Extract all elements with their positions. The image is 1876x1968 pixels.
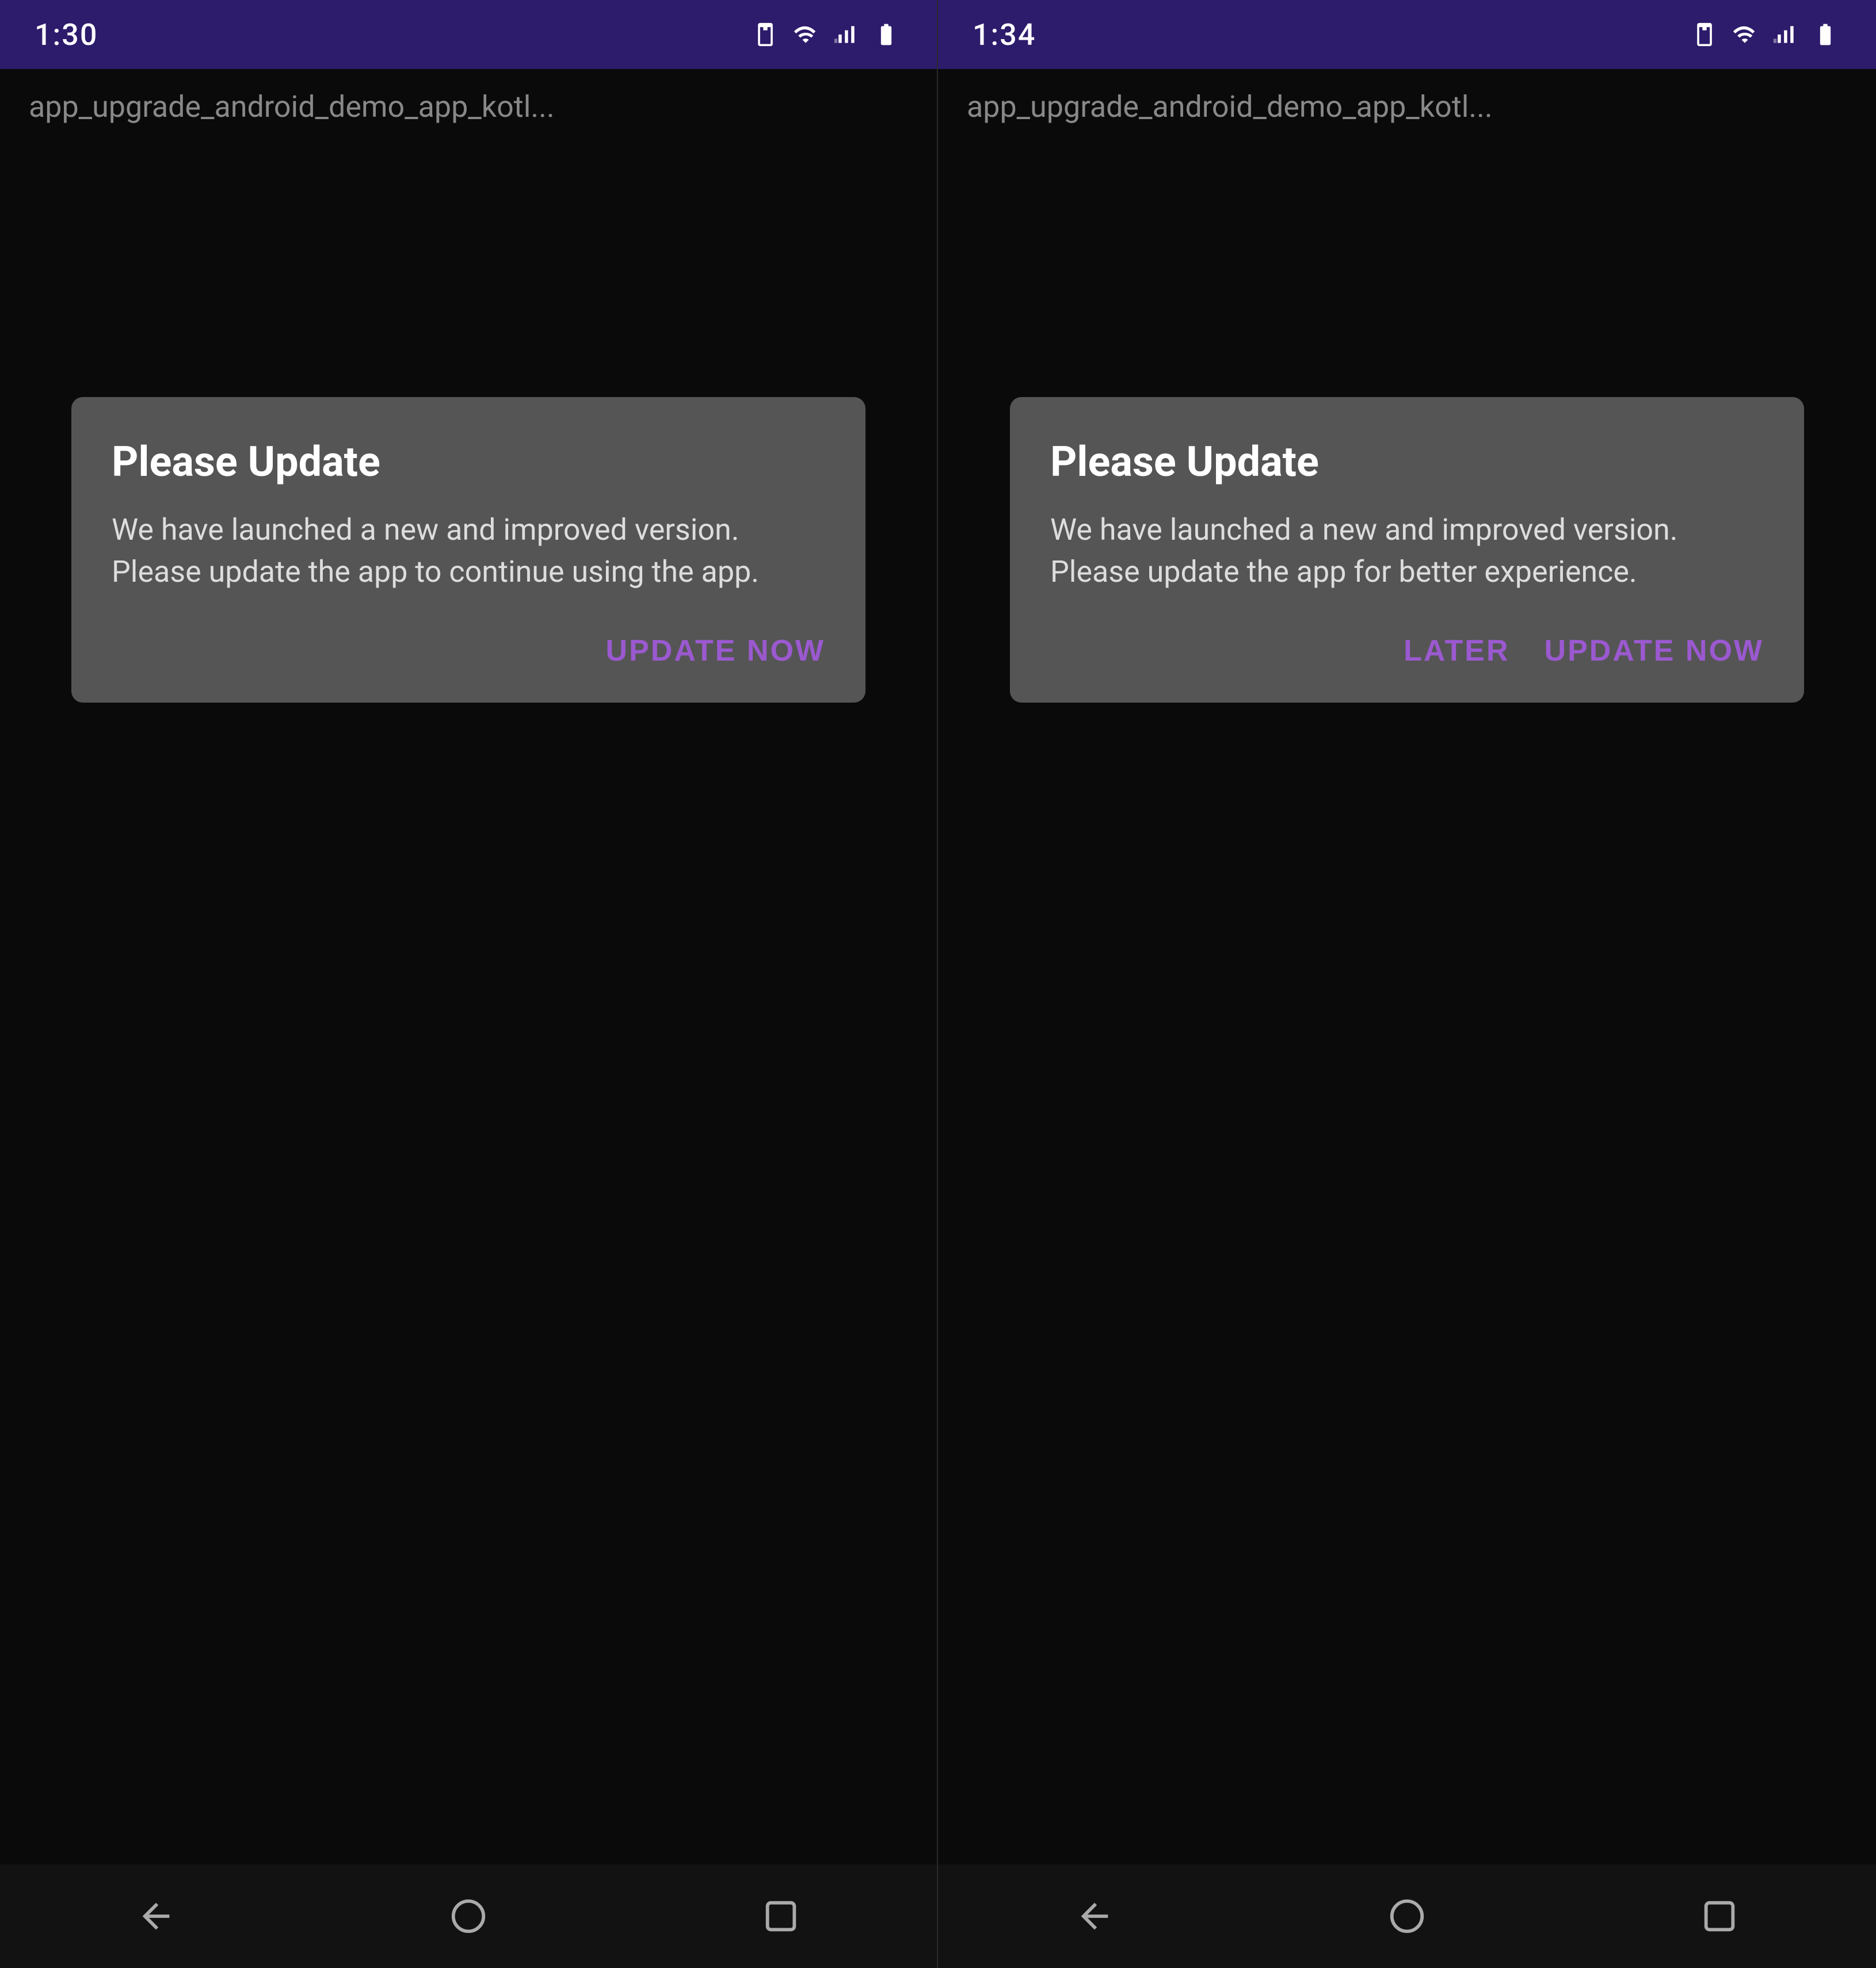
signal-icon: [833, 22, 859, 47]
left-status-time: 1:30: [35, 17, 98, 52]
right-phone: 1:34 app_upgrade_android_demo_app_kotl..…: [938, 0, 1876, 1968]
right-app-title: app_upgrade_android_demo_app_kotl...: [967, 89, 1493, 124]
left-back-button[interactable]: [136, 1896, 176, 1936]
left-app-title: app_upgrade_android_demo_app_kotl...: [29, 89, 555, 124]
right-recents-button[interactable]: [1699, 1896, 1740, 1936]
left-main-content: Please Update We have launched a new and…: [0, 144, 937, 1864]
wifi-icon: [1729, 22, 1761, 47]
battery-icon: [870, 22, 902, 47]
battery-icon: [1809, 22, 1841, 47]
right-nav-bar: [938, 1864, 1876, 1968]
right-dialog-card: Please Update We have launched a new and…: [1010, 397, 1804, 703]
right-status-bar: 1:34: [938, 0, 1876, 69]
right-status-icons: [1692, 22, 1841, 47]
right-dialog-title: Please Update: [1050, 437, 1764, 486]
sim-icon: [1692, 22, 1717, 47]
right-later-button[interactable]: LATER: [1404, 628, 1509, 674]
right-back-button[interactable]: [1074, 1896, 1115, 1936]
left-status-bar: 1:30: [0, 0, 937, 69]
wifi-icon: [790, 22, 822, 47]
right-dialog-message: We have launched a new and improved vers…: [1050, 509, 1764, 593]
left-dialog-card: Please Update We have launched a new and…: [71, 397, 865, 703]
right-main-content: Please Update We have launched a new and…: [938, 144, 1876, 1864]
left-dialog-title: Please Update: [112, 437, 825, 486]
right-home-button[interactable]: [1387, 1896, 1427, 1936]
left-home-button[interactable]: [448, 1896, 489, 1936]
right-update-now-button[interactable]: UPDATE NOW: [1545, 628, 1764, 674]
left-phone: 1:30 app_upgrade_android_demo_app_kotl..…: [0, 0, 938, 1968]
left-dialog-actions: UPDATE NOW: [112, 628, 825, 674]
right-status-time: 1:34: [973, 17, 1036, 52]
left-update-now-button[interactable]: UPDATE NOW: [606, 628, 825, 674]
left-dialog-message: We have launched a new and improved vers…: [112, 509, 825, 593]
left-recents-button[interactable]: [761, 1896, 801, 1936]
signal-icon: [1772, 22, 1798, 47]
left-app-title-bar: app_upgrade_android_demo_app_kotl...: [0, 69, 937, 144]
right-app-title-bar: app_upgrade_android_demo_app_kotl...: [938, 69, 1876, 144]
left-status-icons: [753, 22, 902, 47]
right-dialog-actions: LATER UPDATE NOW: [1050, 628, 1764, 674]
left-nav-bar: [0, 1864, 937, 1968]
sim-icon: [753, 22, 778, 47]
